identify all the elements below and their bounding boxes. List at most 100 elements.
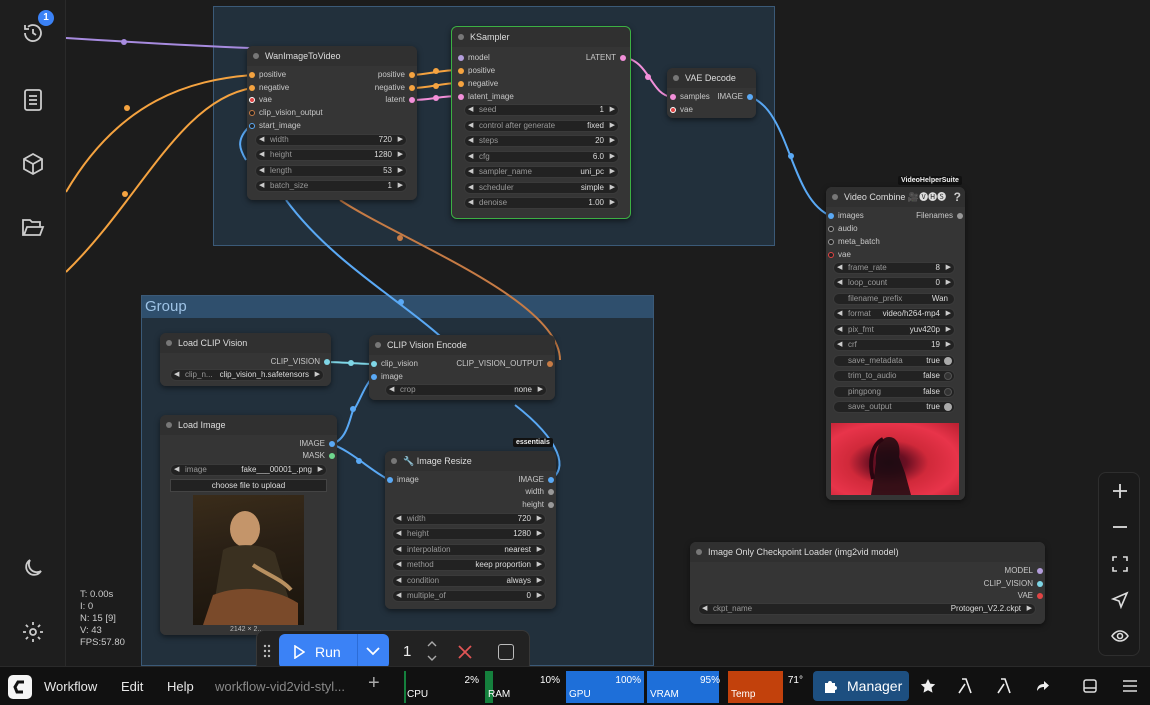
input-negative[interactable]: negative [249, 83, 289, 93]
output-model[interactable]: MODEL [1005, 566, 1043, 576]
menu-workflow[interactable]: Workflow [44, 679, 97, 694]
batch-stepper[interactable] [425, 637, 439, 666]
node-video-combine[interactable]: Video Combine 🎥🅥🅗🅢? images audio meta_ba… [826, 187, 965, 500]
widget-pingpong[interactable]: pingpong false [833, 386, 955, 398]
widget-scheduler[interactable]: ◀ scheduler simple ▶ [464, 182, 619, 194]
output-negative[interactable]: negative [375, 83, 415, 93]
widget-height[interactable]: ◀ height 1280 ▶ [255, 149, 407, 161]
node-image-resize[interactable]: 🔧 Image Resize image IMAGE width height … [385, 451, 556, 609]
widget-condition[interactable]: ◀ condition always ▶ [392, 575, 546, 587]
stop-icon[interactable] [498, 644, 514, 660]
comfy-logo-icon[interactable] [8, 675, 32, 699]
output-image[interactable]: IMAGE [717, 92, 753, 102]
run-button[interactable]: Run [279, 634, 389, 666]
output-clip-vision-output[interactable]: CLIP_VISION_OUTPUT [456, 359, 553, 369]
widget-interpolation[interactable]: ◀ interpolation nearest ▶ [392, 544, 546, 556]
widget-save-metadata[interactable]: save_metadata true [833, 355, 955, 367]
node-load-image[interactable]: Load Image IMAGE MASK ◀ image fake___00001… [160, 415, 337, 635]
batch-count-input[interactable]: 1 [403, 643, 411, 660]
widget-loop-count[interactable]: ◀ loop_count 0 ▶ [833, 277, 955, 289]
node-ksampler[interactable]: KSampler model positive negative latent_… [451, 26, 631, 219]
output-positive[interactable]: positive [378, 70, 415, 80]
widget-batch-size[interactable]: ◀ batch_size 1 ▶ [255, 180, 407, 192]
input-vae[interactable]: vae [670, 105, 693, 115]
eye-icon[interactable] [1108, 624, 1132, 648]
run-options-chevron-icon[interactable] [357, 634, 389, 666]
input-image[interactable]: image [371, 372, 403, 382]
node-title[interactable]: Load CLIP Vision [160, 333, 331, 353]
moon-icon[interactable] [14, 549, 52, 587]
node-title[interactable]: VAE Decode [667, 68, 756, 88]
input-samples[interactable]: samples [670, 92, 710, 102]
output-clip-vision[interactable]: CLIP_VISION [984, 579, 1043, 589]
cancel-icon[interactable] [457, 644, 473, 660]
input-image[interactable]: image [387, 475, 419, 485]
widget-save-output[interactable]: save_output true [833, 401, 955, 413]
node-title[interactable]: WanImageToVideo [247, 46, 417, 66]
output-width[interactable]: width [525, 487, 554, 497]
lambda-alt-icon[interactable] [994, 676, 1014, 696]
drag-handle-icon[interactable] [263, 644, 271, 658]
document-icon[interactable] [14, 81, 52, 119]
settings-gear-icon[interactable] [14, 613, 52, 651]
widget-pix-fmt[interactable]: ◀ pix_fmt yuv420p ▶ [833, 324, 955, 336]
output-image[interactable]: IMAGE [518, 475, 554, 485]
widget-width[interactable]: ◀ width 720 ▶ [255, 134, 407, 146]
widget-filename-prefix[interactable]: filename_prefix Wan [833, 293, 955, 305]
image-preview[interactable] [193, 495, 304, 625]
input-audio[interactable]: audio [828, 224, 858, 234]
input-clip-vision-output[interactable]: clip_vision_output [249, 108, 323, 118]
widget-method[interactable]: ◀ method keep proportion ▶ [392, 559, 546, 571]
input-start-image[interactable]: start_image [249, 121, 301, 131]
zoom-in-icon[interactable] [1108, 479, 1132, 503]
menu-help[interactable]: Help [167, 679, 194, 694]
widget-length[interactable]: ◀ length 53 ▶ [255, 165, 407, 177]
node-title[interactable]: Image Only Checkpoint Loader (img2vid mo… [690, 542, 1045, 562]
output-height[interactable]: height [522, 500, 554, 510]
folder-icon[interactable] [14, 209, 52, 247]
output-image[interactable]: IMAGE [299, 439, 335, 449]
widget-image[interactable]: ◀ image fake___00001_.png ▶ [170, 464, 327, 476]
node-title[interactable]: KSampler [452, 27, 630, 47]
panel-toggle-icon[interactable] [1080, 676, 1100, 696]
zoom-out-icon[interactable] [1108, 515, 1132, 539]
widget-denoise[interactable]: ◀ denoise 1.00 ▶ [464, 197, 619, 209]
widget-ckpt-name[interactable]: ◀ ckpt_name Protogen_V2.2.ckpt ▶ [698, 603, 1036, 615]
widget-control-after-generate[interactable]: ◀ control after generate fixed ▶ [464, 120, 619, 132]
widget-seed[interactable]: ◀ seed 1 ▶ [464, 104, 619, 116]
widget-cfg[interactable]: ◀ cfg 6.0 ▶ [464, 151, 619, 163]
output-vae[interactable]: VAE [1018, 591, 1043, 601]
widget-sampler-name[interactable]: ◀ sampler_name uni_pc ▶ [464, 166, 619, 178]
node-wan-image-to-video[interactable]: WanImageToVideo positive negative vae cl… [247, 46, 417, 200]
input-model[interactable]: model [458, 53, 490, 63]
widget-width[interactable]: ◀ width 720 ▶ [392, 513, 546, 525]
input-latent-image[interactable]: latent_image [458, 92, 514, 102]
group-title[interactable]: Group [142, 296, 653, 318]
output-mask[interactable]: MASK [302, 451, 335, 461]
tab-workflow[interactable]: workflow-vid2vid-styl... [215, 679, 345, 694]
input-images[interactable]: images [828, 211, 864, 221]
menu-edit[interactable]: Edit [121, 679, 143, 694]
input-clip-vision[interactable]: clip_vision [371, 359, 418, 369]
help-icon[interactable]: ? [954, 187, 961, 207]
cube-icon[interactable] [14, 145, 52, 183]
queue-history-icon[interactable]: 1 [14, 10, 54, 52]
output-latent[interactable]: LATENT [586, 53, 626, 63]
input-positive[interactable]: positive [249, 70, 286, 80]
input-meta-batch[interactable]: meta_batch [828, 237, 880, 247]
output-latent[interactable]: latent [385, 95, 415, 105]
widget-multiple-of[interactable]: ◀ multiple_of 0 ▶ [392, 590, 546, 602]
star-icon[interactable] [918, 676, 938, 696]
navigate-icon[interactable] [1108, 588, 1132, 612]
widget-frame-rate[interactable]: ◀ frame_rate 8 ▶ [833, 262, 955, 274]
manager-button[interactable]: Manager [813, 671, 909, 701]
widget-clip-name[interactable]: ◀ clip_n... clip_vision_h.safetensors ▶ [170, 369, 324, 381]
widget-trim-to-audio[interactable]: trim_to_audio false [833, 370, 955, 382]
output-clip-vision[interactable]: CLIP_VISION [271, 357, 330, 367]
node-graph-canvas[interactable]: Group 1 WanImageToVideo positive negativ… [0, 0, 1150, 666]
widget-crop[interactable]: ◀ crop none ▶ [385, 384, 547, 396]
widget-height[interactable]: ◀ height 1280 ▶ [392, 528, 546, 540]
upload-button[interactable]: choose file to upload [170, 479, 327, 492]
input-positive[interactable]: positive [458, 66, 495, 76]
node-vae-decode[interactable]: VAE Decode samples vae IMAGE [667, 68, 756, 118]
